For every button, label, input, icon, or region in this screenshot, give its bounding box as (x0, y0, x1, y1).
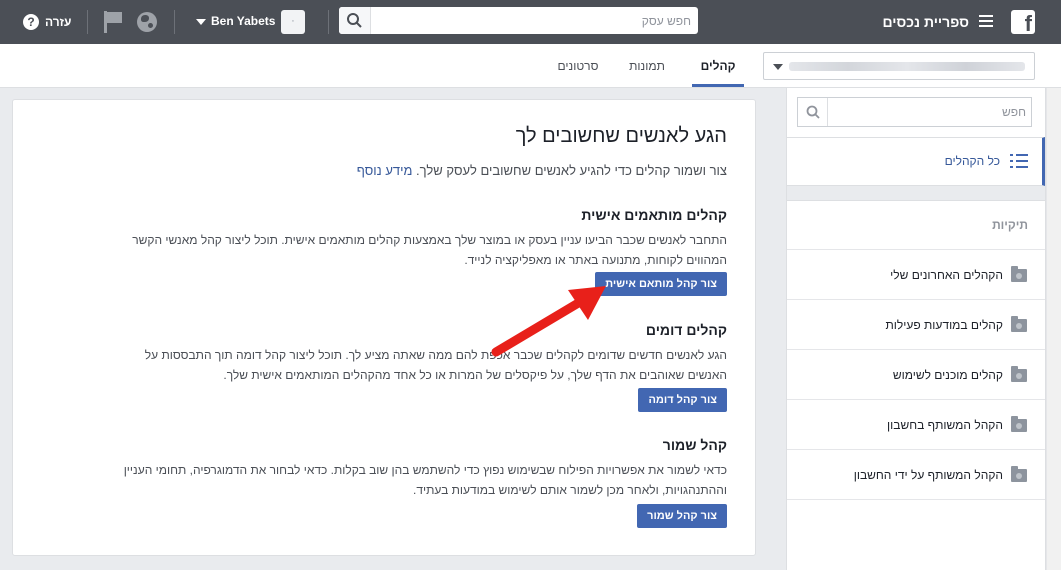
sidebar-item-label: כל הקהלים (944, 154, 1000, 168)
chevron-down-icon[interactable] (196, 19, 206, 25)
lookalike-audiences-section: קהלים דומים הגע לאנשים חדשים שדומים לקהל… (107, 322, 727, 385)
folder-icon (1011, 266, 1027, 282)
section-description: התחבר לאנשים שכבר הביעו עניין בעסק או במ… (132, 233, 727, 267)
subtitle-text: צור ושמור קהלים כדי להגיע לאנשים שחשובים… (416, 163, 727, 178)
tab-videos[interactable]: סרטונים (550, 44, 606, 87)
sidebar-search-input[interactable] (832, 98, 1026, 126)
sidebar-item-folder[interactable]: הקהל המשותף על ידי החשבון (787, 450, 1045, 500)
sub-navigation-bar: קהלים תמונות סרטונים (0, 44, 1061, 88)
sidebar-gap (787, 186, 1045, 200)
search-button[interactable] (339, 7, 371, 34)
separator (87, 10, 88, 34)
sidebar-search-button[interactable] (798, 98, 828, 126)
list-icon (1010, 154, 1028, 168)
app-title[interactable]: ספריית נכסים (882, 14, 969, 30)
business-search-input[interactable] (375, 7, 691, 34)
custom-audiences-section: קהלים מותאמים אישית התחבר לאנשים שכבר הב… (107, 207, 727, 270)
top-navigation-bar: f ספריית נכסים · Ben Yabets עזרה ? (0, 0, 1061, 44)
page-title: הגע לאנשים שחשובים לך (515, 125, 727, 147)
folder-icon (1011, 366, 1027, 382)
folder-label: קהלים מוכנים לשימוש (892, 368, 1003, 382)
sidebar-item-folder[interactable]: הקהלים האחרונים שלי (787, 250, 1045, 300)
menu-icon[interactable] (979, 15, 993, 27)
chevron-down-icon[interactable] (773, 64, 783, 70)
folder-label: הקהל המשותף בחשבון (887, 418, 1003, 432)
create-saved-audience-button[interactable]: צור קהל שמור (637, 504, 727, 528)
section-description: הגע לאנשים חדשים שדומים לקהלים שכבר אכפת… (144, 348, 727, 382)
folder-label: הקהלים האחרונים שלי (890, 268, 1003, 282)
search-icon (806, 105, 820, 119)
folders-list: תיקיות הקהלים האחרונים שלי קהלים במודעות… (787, 200, 1045, 500)
tab-audiences[interactable]: קהלים (692, 44, 744, 87)
sidebar-item-folder[interactable]: הקהל המשותף בחשבון (787, 400, 1045, 450)
account-selector[interactable] (763, 52, 1035, 80)
tab-images[interactable]: תמונות (622, 44, 672, 87)
sidebar-search-box[interactable] (797, 97, 1032, 127)
audiences-sidebar: כל הקהלים תיקיות הקהלים האחרונים שלי קהל… (786, 88, 1046, 570)
folders-header: תיקיות (787, 201, 1045, 250)
folder-label: הקהל המשותף על ידי החשבון (853, 468, 1003, 482)
section-title: קהלים דומים (645, 322, 727, 338)
folder-icon (1011, 316, 1027, 332)
flag-icon[interactable] (104, 11, 124, 33)
sidebar-item-folder[interactable]: קהלים מוכנים לשימוש (787, 350, 1045, 400)
separator (328, 10, 329, 34)
sidebar-item-all-audiences[interactable]: כל הקהלים (787, 137, 1045, 186)
help-label[interactable]: עזרה (45, 15, 71, 29)
sidebar-item-folder[interactable]: קהלים במודעות פעילות (787, 300, 1045, 350)
create-lookalike-audience-button[interactable]: צור קהל דומה (638, 388, 727, 412)
search-icon (347, 13, 362, 28)
help-icon[interactable]: ? (23, 14, 39, 30)
page-subtitle: צור ושמור קהלים כדי להגיע לאנשים שחשובים… (357, 163, 727, 178)
avatar[interactable]: · (281, 10, 305, 34)
account-name-blurred (789, 62, 1025, 71)
separator (174, 10, 175, 34)
scrollbar[interactable] (1046, 88, 1061, 570)
section-description: כדאי לשמור את אפשרויות הפילוח שבשימוש נפ… (123, 463, 727, 497)
folder-icon (1011, 416, 1027, 432)
folder-icon (1011, 466, 1027, 482)
folder-label: קהלים במודעות פעילות (885, 318, 1004, 332)
audiences-intro-card: הגע לאנשים שחשובים לך צור ושמור קהלים כד… (12, 99, 756, 556)
business-search-box[interactable] (339, 7, 698, 34)
globe-icon[interactable] (137, 12, 157, 32)
saved-audience-section: קהל שמור כדאי לשמור את אפשרויות הפילוח ש… (107, 437, 727, 500)
facebook-logo-icon[interactable]: f (1011, 10, 1035, 34)
learn-more-link[interactable]: מידע נוסף (357, 163, 413, 178)
username[interactable]: Ben Yabets (211, 14, 275, 28)
red-arrow-annotation (491, 286, 606, 357)
section-title: קהלים מותאמים אישית (581, 207, 727, 223)
section-title: קהל שמור (662, 437, 727, 453)
